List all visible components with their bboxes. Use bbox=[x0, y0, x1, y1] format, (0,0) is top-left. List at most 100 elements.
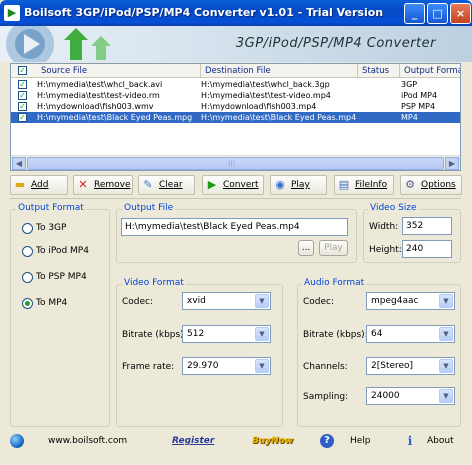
video-bitrate-select[interactable]: 512 ▼ bbox=[182, 325, 271, 343]
maximize-button[interactable]: □ bbox=[427, 3, 448, 24]
source-file-cell: H:\mymedia\test\whcl_back.avi bbox=[37, 80, 163, 89]
row-checkbox[interactable]: ✓ bbox=[18, 91, 27, 100]
column-output-format[interactable]: Output Format bbox=[400, 64, 460, 78]
sampling-label: Sampling: bbox=[303, 392, 349, 402]
chevron-down-icon[interactable]: ▼ bbox=[255, 359, 269, 373]
list-header: ✓ Source File Destination File Status Ou… bbox=[11, 64, 460, 78]
help-link[interactable]: Help bbox=[350, 436, 371, 446]
chevron-down-icon[interactable]: ▼ bbox=[439, 389, 453, 403]
chevron-down-icon[interactable]: ▼ bbox=[255, 294, 269, 308]
channels-value: 2[Stereo] bbox=[371, 361, 414, 371]
table-row[interactable]: ✓ H:\mymedia\test\whcl_back.avi H:\mymed… bbox=[11, 79, 460, 90]
options-gear-icon: ⚙ bbox=[405, 178, 415, 191]
radio-label-3gp[interactable]: To 3GP bbox=[36, 223, 66, 233]
convert-button[interactable]: ▶ Convert bbox=[202, 175, 264, 195]
remove-label: Remove bbox=[94, 180, 131, 190]
audio-bitrate-value: 64 bbox=[371, 329, 383, 339]
register-link[interactable]: Register bbox=[172, 436, 214, 446]
clear-label: Clear bbox=[159, 180, 183, 190]
width-label: Width: bbox=[369, 222, 399, 232]
output-file-field[interactable]: H:\mymedia\test\Black Eyed Peas.mp4 bbox=[121, 218, 348, 236]
audio-format-label: Audio Format bbox=[302, 278, 367, 288]
column-destination-file[interactable]: Destination File bbox=[201, 64, 358, 78]
buynow-link[interactable]: BuyNow bbox=[252, 436, 293, 446]
radio-label-ipod-mp4[interactable]: To iPod MP4 bbox=[36, 246, 89, 256]
audio-bitrate-select[interactable]: 64 ▼ bbox=[366, 325, 455, 343]
scroll-left-icon[interactable]: ◀ bbox=[12, 157, 26, 170]
scroll-thumb[interactable]: ||| bbox=[27, 157, 444, 170]
audio-bitrate-label: Bitrate (kbps): bbox=[303, 330, 368, 340]
framerate-select[interactable]: 29.970 ▼ bbox=[182, 357, 271, 375]
options-label: Options bbox=[421, 180, 456, 190]
source-file-cell: H:\mymedia\test\test-video.rm bbox=[37, 91, 160, 100]
title-bar[interactable]: ▶ Boilsoft 3GP/iPod/PSP/MP4 Converter v1… bbox=[0, 0, 472, 26]
audio-codec-select[interactable]: mpeg4aac ▼ bbox=[366, 292, 455, 310]
format-cell: iPod MP4 bbox=[401, 91, 438, 100]
options-button[interactable]: ⚙ Options bbox=[400, 175, 462, 195]
minimize-button[interactable]: _ bbox=[404, 3, 425, 24]
horizontal-scrollbar[interactable]: ◀ ||| ▶ bbox=[11, 155, 460, 170]
clear-button[interactable]: ✎ Clear bbox=[138, 175, 195, 195]
folder-icon: ▬ bbox=[14, 178, 26, 191]
clear-icon: ✎ bbox=[143, 178, 153, 191]
radio-to-psp-mp4[interactable] bbox=[22, 272, 33, 283]
remove-button[interactable]: ✕ Remove bbox=[73, 175, 133, 195]
channels-select[interactable]: 2[Stereo] ▼ bbox=[366, 357, 455, 375]
website-link[interactable]: www.boilsoft.com bbox=[48, 436, 127, 446]
video-codec-label: Codec: bbox=[122, 297, 154, 307]
scroll-right-icon[interactable]: ▶ bbox=[445, 157, 459, 170]
radio-to-mp4[interactable] bbox=[22, 298, 33, 309]
video-size-label: Video Size bbox=[368, 203, 419, 213]
column-status[interactable]: Status bbox=[358, 64, 400, 78]
radio-label-psp-mp4[interactable]: To PSP MP4 bbox=[36, 272, 87, 282]
chevron-down-icon[interactable]: ▼ bbox=[439, 294, 453, 308]
app-icon: ▶ bbox=[4, 5, 20, 21]
play-button[interactable]: ◉ Play bbox=[270, 175, 327, 195]
table-row[interactable]: ✓ H:\mydownload\fish003.wmv H:\mydownloa… bbox=[11, 101, 460, 112]
row-checkbox[interactable]: ✓ bbox=[18, 80, 27, 89]
output-file-label: Output File bbox=[122, 203, 176, 213]
scroll-grip-icon: ||| bbox=[228, 159, 236, 167]
video-bitrate-value: 512 bbox=[187, 329, 205, 339]
radio-to-3gp[interactable] bbox=[22, 223, 33, 234]
height-label: Height: bbox=[369, 245, 402, 255]
table-row[interactable]: ✓ H:\mymedia\test\test-video.rm H:\mymed… bbox=[11, 90, 460, 101]
output-play-button[interactable]: Play bbox=[319, 240, 348, 256]
column-source-file[interactable]: Source File bbox=[37, 64, 201, 78]
window-title: Boilsoft 3GP/iPod/PSP/MP4 Converter v1.0… bbox=[24, 6, 384, 19]
browse-button[interactable]: ... bbox=[298, 240, 314, 256]
framerate-value: 29.970 bbox=[187, 361, 219, 371]
banner: 3GP/iPod/PSP/MP4 Converter bbox=[0, 26, 472, 62]
select-all-checkbox[interactable]: ✓ bbox=[18, 66, 27, 75]
media-player-icon: ◉ bbox=[275, 178, 285, 191]
sampling-select[interactable]: 24000 ▼ bbox=[366, 387, 455, 405]
row-checkbox[interactable]: ✓ bbox=[18, 113, 27, 122]
banner-logo-icon bbox=[6, 26, 111, 62]
height-field[interactable]: 240 bbox=[402, 240, 452, 258]
radio-label-mp4[interactable]: To MP4 bbox=[36, 298, 67, 308]
close-button[interactable]: × bbox=[450, 3, 471, 24]
width-field[interactable]: 352 bbox=[402, 217, 452, 235]
chevron-down-icon[interactable]: ▼ bbox=[439, 327, 453, 341]
table-row-selected[interactable]: ✓ H:\mymedia\test\Black Eyed Peas.mpg H:… bbox=[11, 112, 460, 123]
radio-to-ipod-mp4[interactable] bbox=[22, 246, 33, 257]
video-bitrate-label: Bitrate (kbps): bbox=[122, 330, 187, 340]
chevron-down-icon[interactable]: ▼ bbox=[439, 359, 453, 373]
info-icon[interactable]: i bbox=[404, 434, 416, 448]
format-cell: PSP MP4 bbox=[401, 102, 436, 111]
banner-title: 3GP/iPod/PSP/MP4 Converter bbox=[235, 36, 436, 51]
about-link[interactable]: About bbox=[427, 436, 454, 446]
destination-file-cell: H:\mymedia\test\whcl_back.3gp bbox=[201, 80, 330, 89]
file-list[interactable]: ✓ Source File Destination File Status Ou… bbox=[10, 63, 461, 171]
add-button[interactable]: ▬ Add bbox=[10, 175, 68, 195]
toolbar-divider bbox=[10, 198, 461, 199]
destination-file-cell: H:\mymedia\test\Black Eyed Peas.mp4 bbox=[201, 113, 356, 122]
fileinfo-label: FileInfo bbox=[355, 180, 388, 190]
video-format-label: Video Format bbox=[122, 278, 186, 288]
video-codec-select[interactable]: xvid ▼ bbox=[182, 292, 271, 310]
help-icon[interactable]: ? bbox=[320, 434, 334, 448]
row-checkbox[interactable]: ✓ bbox=[18, 102, 27, 111]
file-info-icon: ▤ bbox=[338, 178, 350, 191]
fileinfo-button[interactable]: ▤ FileInfo bbox=[334, 175, 394, 195]
chevron-down-icon[interactable]: ▼ bbox=[255, 327, 269, 341]
